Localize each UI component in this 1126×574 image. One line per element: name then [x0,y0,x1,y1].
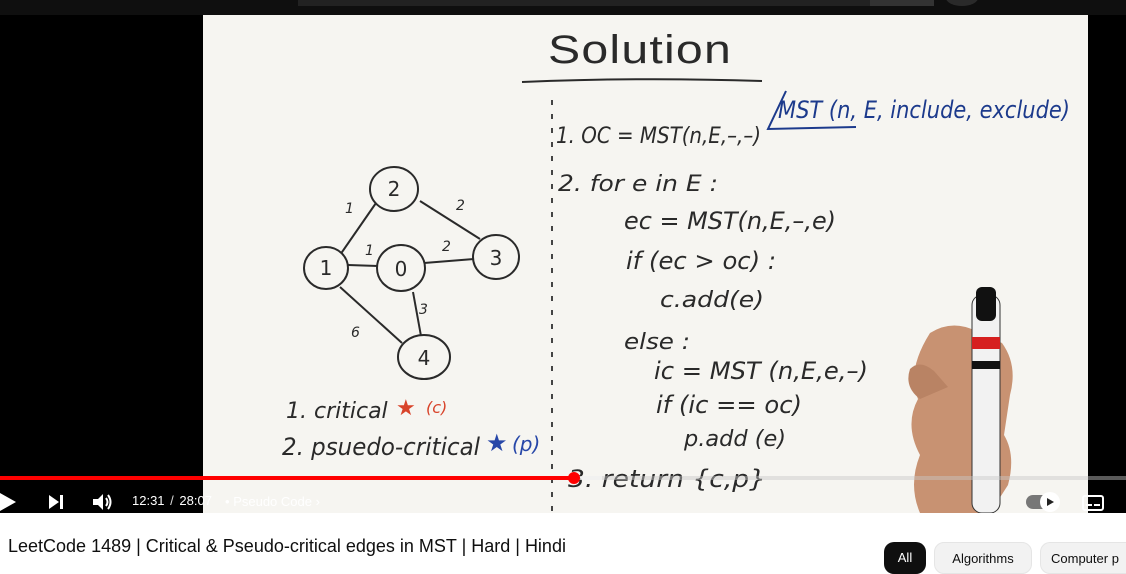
edge-0-3 [423,258,475,264]
play-button[interactable] [0,491,20,513]
solution-heading: Solution [548,28,732,72]
current-time: 12:31 [132,493,165,508]
weight-1-4: 6 [351,325,360,341]
weight-1-2: 1 [345,201,354,217]
p-add-line: p.add (e) [683,427,786,452]
autoplay-toggle[interactable] [1026,492,1060,512]
subtitles-icon [1082,495,1104,511]
weight-2-3: 2 [456,198,465,214]
chapter-bullet: • [225,494,230,509]
voice-search-button[interactable] [946,0,978,6]
volume-icon [93,494,112,510]
else-line: else : [624,330,690,355]
autoplay-play-icon [1047,498,1054,506]
step2-line: 2. for e in E : [558,172,718,197]
node-label-2: 2 [388,177,401,201]
node-label-3: 3 [490,246,503,270]
chapter-button[interactable]: • Pseudo Code › [225,494,320,509]
volume-button[interactable] [90,491,116,513]
filter-chips: All Algorithms Computer p [0,542,1126,574]
weight-0-3: 2 [442,239,451,255]
skip-next-icon [49,495,63,509]
edge-1-0 [347,264,379,267]
duration: 28:07 [179,493,212,508]
marker-cap [976,287,996,321]
play-icon [0,493,16,511]
mst-signature: MST (n, E, include, exclude) [778,96,1070,124]
chip-computer-programming[interactable]: Computer p [1040,542,1126,574]
ic-line: ic = MST (n,E,e,–) [654,357,868,385]
weight-1-0: 1 [365,243,374,259]
node-label-0: 0 [395,257,408,281]
legend-critical: 1. critical [286,399,388,424]
player-controls: 12:31 / 28:07 • Pseudo Code › [0,485,1126,513]
subtitles-button[interactable] [1082,494,1104,512]
chip-algorithms[interactable]: Algorithms [934,542,1032,574]
autoplay-knob [1040,492,1060,512]
edge-2-3 [419,200,481,240]
chevron-right-icon: › [315,494,320,509]
ec-line: ec = MST(n,E,–,e) [624,207,836,235]
node-label-4: 4 [418,346,431,370]
heading-underline [521,78,763,83]
edge-1-4 [339,286,403,344]
pseudo-star-icon: ★ [486,430,508,457]
marker-band [972,361,1000,369]
c-add-line: c.add(e) [660,288,764,313]
search-button[interactable] [870,0,934,6]
critical-star-icon: ★ [396,395,416,420]
search-box[interactable] [298,0,870,6]
browser-top-bar [0,0,1126,15]
marker-stripe [972,337,1000,349]
progress-bar[interactable] [0,472,1126,484]
video-player[interactable]: Solution 1 2 1 2 3 6 2 1 0 3 4 1. critic… [0,15,1126,513]
whiteboard: Solution 1 2 1 2 3 6 2 1 0 3 4 1. critic… [282,28,1070,513]
node-label-1: 1 [320,256,333,280]
time-separator: / [170,493,174,508]
if-ec-line: if (ec > oc) : [626,247,776,275]
chapter-title: Pseudo Code [233,494,312,509]
graph-nodes [303,166,520,380]
legend-critical-tag: (c) [426,398,447,417]
chip-all[interactable]: All [884,542,926,574]
step1-line: 1. OC = MST(n,E,–,–) [556,124,761,149]
legend-pseudo-tag: (p) [512,432,540,456]
next-button[interactable] [44,491,68,513]
marker-body [971,294,1001,513]
weight-0-4: 3 [419,302,428,318]
legend-pseudo: 2. psuedo-critical [282,433,480,461]
if-ic-line: if (ic == oc) [656,391,802,419]
time-display: 12:31 / 28:07 [132,493,212,508]
played-bar [0,476,575,480]
